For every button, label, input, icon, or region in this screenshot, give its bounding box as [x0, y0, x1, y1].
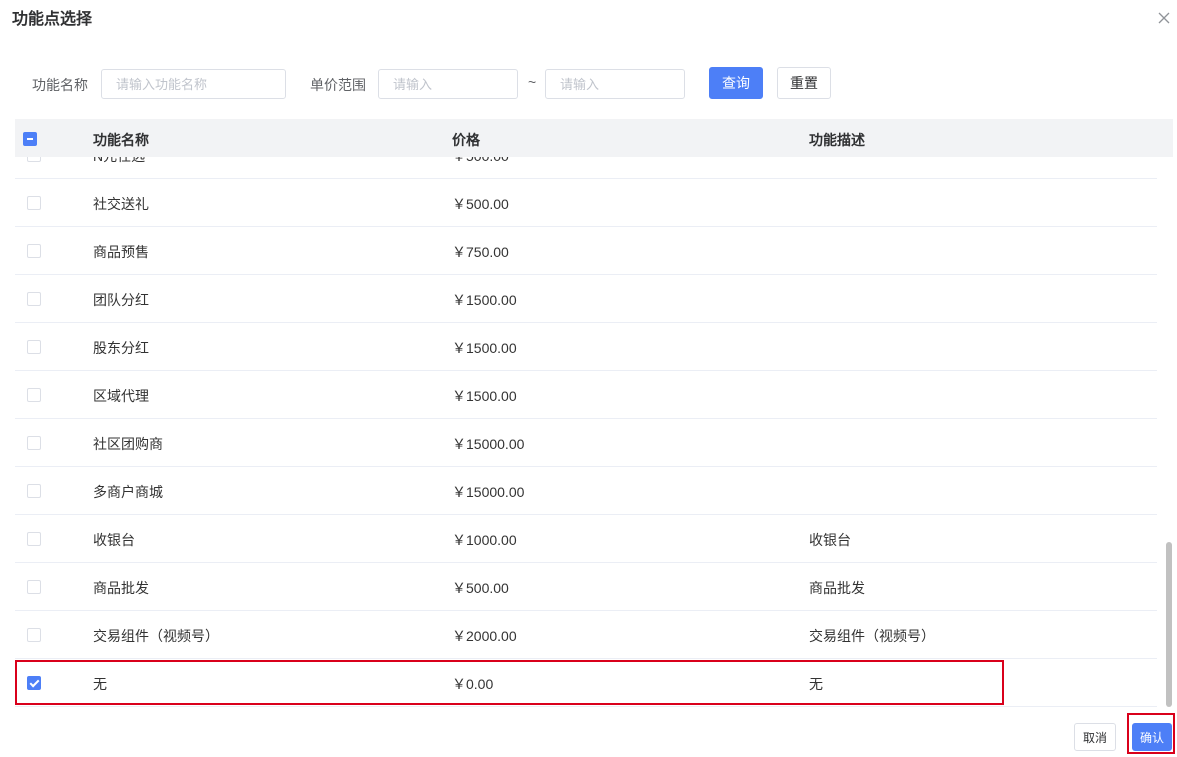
row-desc: 商品批发 [809, 580, 865, 596]
table-row[interactable]: 团队分红 ￥1500.00 [15, 275, 1157, 323]
row-name: 股东分红 [93, 340, 149, 356]
row-price: ￥15000.00 [452, 436, 525, 452]
table-row[interactable]: 社交送礼 ￥500.00 [15, 179, 1157, 227]
row-price: ￥1500.00 [452, 292, 517, 308]
table-row[interactable]: 交易组件（视频号） ￥2000.00 交易组件（视频号） [15, 611, 1157, 659]
row-price: ￥0.00 [452, 676, 494, 692]
row-name: 交易组件（视频号） [93, 628, 219, 644]
row-name: 收银台 [93, 532, 135, 548]
row-price: ￥1500.00 [452, 340, 517, 356]
row-desc: 无 [809, 676, 823, 692]
row-price: ￥15000.00 [452, 484, 525, 500]
row-desc: 收银台 [809, 532, 851, 548]
table-row[interactable]: 收银台 ￥1000.00 收银台 [15, 515, 1157, 563]
table-row[interactable]: 社区团购商 ￥15000.00 [15, 419, 1157, 467]
row-price: ￥750.00 [452, 244, 509, 260]
row-checkbox[interactable] [27, 388, 41, 402]
scrollbar-thumb[interactable] [1166, 542, 1172, 707]
row-name: 社区团购商 [93, 436, 163, 452]
row-price: ￥1000.00 [452, 532, 517, 548]
table-row[interactable]: 区域代理 ￥1500.00 [15, 371, 1157, 419]
row-price: ￥1500.00 [452, 388, 517, 404]
row-name: 商品预售 [93, 244, 149, 260]
price-min-input[interactable] [378, 69, 518, 99]
row-name: 多商户商城 [93, 484, 163, 500]
row-name: 社交送礼 [93, 196, 149, 212]
table-row[interactable]: N元任选 ￥500.00 [15, 157, 1157, 179]
row-price: ￥500.00 [452, 196, 509, 212]
table-body[interactable]: N元任选 ￥500.00 社交送礼 ￥500.00 商品预售 ￥750.00 团队分红 ￥15… [15, 157, 1157, 707]
table-header: 功能名称 价格 功能描述 [15, 119, 1173, 157]
row-name: 商品批发 [93, 580, 149, 596]
row-checkbox[interactable] [27, 292, 41, 306]
row-checkbox[interactable] [27, 157, 41, 162]
row-checkbox[interactable] [27, 196, 41, 210]
row-checkbox[interactable] [27, 580, 41, 594]
row-checkbox[interactable] [27, 484, 41, 498]
column-header-desc: 功能描述 [809, 132, 865, 148]
range-separator: ~ [528, 74, 537, 90]
row-name: 区域代理 [93, 388, 149, 404]
column-header-price: 价格 [452, 132, 480, 148]
row-checkbox[interactable] [27, 532, 41, 546]
row-checkbox[interactable] [27, 436, 41, 450]
price-max-input[interactable] [545, 69, 685, 99]
table-row[interactable]: 股东分红 ￥1500.00 [15, 323, 1157, 371]
row-desc: 交易组件（视频号） [809, 628, 935, 644]
row-checkbox[interactable] [27, 628, 41, 642]
cancel-button[interactable]: 取消 [1074, 723, 1116, 751]
row-price: ￥500.00 [452, 157, 509, 166]
table-row[interactable]: 无 ￥0.00 无 [15, 659, 1157, 707]
row-name: 无 [93, 676, 107, 692]
close-icon[interactable] [1156, 10, 1172, 26]
select-all-checkbox[interactable] [23, 132, 37, 146]
row-price: ￥2000.00 [452, 628, 517, 644]
row-checkbox[interactable] [27, 340, 41, 354]
row-price: ￥500.00 [452, 580, 509, 596]
row-name: 团队分红 [93, 292, 149, 308]
table-row[interactable]: 商品预售 ￥750.00 [15, 227, 1157, 275]
query-button[interactable]: 查询 [709, 67, 763, 99]
reset-button[interactable]: 重置 [777, 67, 831, 99]
confirm-button[interactable]: 确认 [1132, 723, 1172, 751]
table-row[interactable]: 商品批发 ￥500.00 商品批发 [15, 563, 1157, 611]
name-search-input[interactable] [101, 69, 286, 99]
name-label: 功能名称 [32, 77, 88, 93]
table-row[interactable]: 多商户商城 ￥15000.00 [15, 467, 1157, 515]
column-header-name: 功能名称 [93, 132, 149, 148]
row-checkbox[interactable] [27, 244, 41, 258]
price-range-label: 单价范围 [310, 77, 366, 93]
row-checkbox[interactable] [27, 676, 41, 690]
row-name: N元任选 [93, 157, 145, 166]
dialog-title: 功能点选择 [12, 11, 93, 28]
